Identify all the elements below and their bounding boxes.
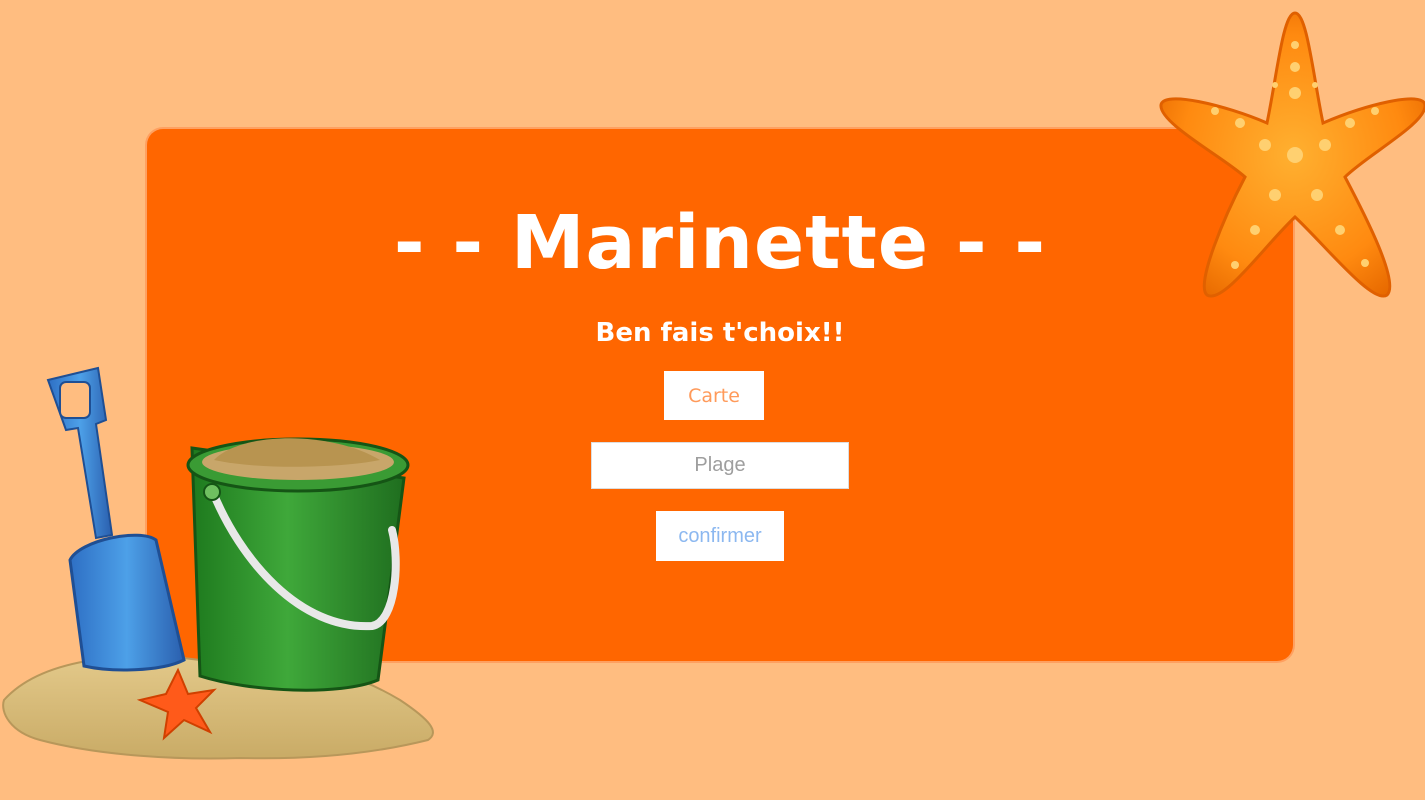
page: - - Marinette - - Ben fais t'choix!! Car… [0, 0, 1425, 800]
page-subtitle: Ben fais t'choix!! [595, 318, 845, 348]
sand-bucket-shovel-icon [2, 366, 434, 760]
carte-button[interactable]: Carte [664, 371, 764, 420]
plage-input[interactable] [591, 442, 849, 489]
starfish-icon [1159, 11, 1425, 298]
confirm-button[interactable]: confirmer [656, 511, 784, 561]
